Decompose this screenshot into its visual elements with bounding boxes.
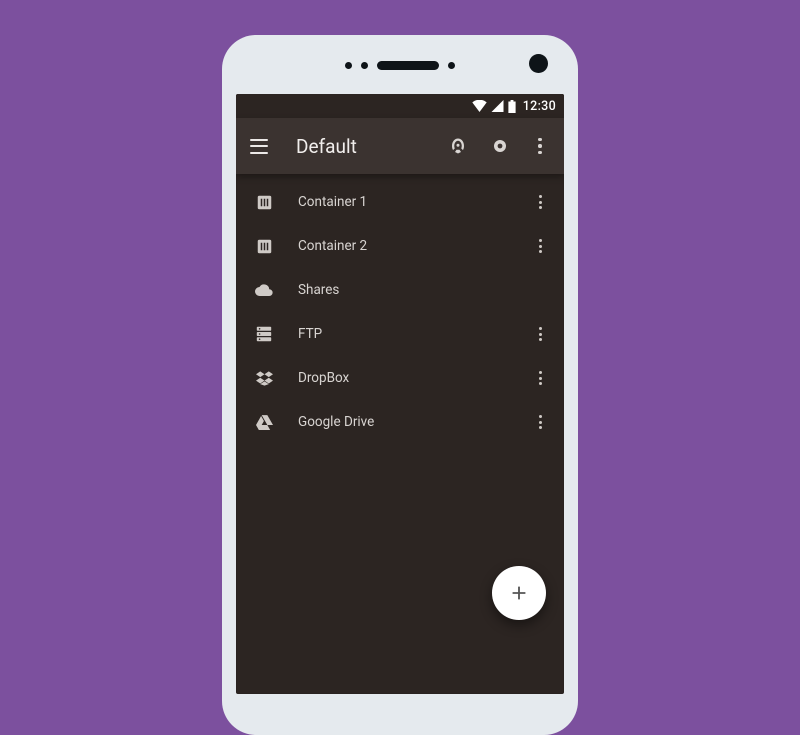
visibility-icon[interactable] [488, 134, 512, 158]
phone-screen: 12:30 Default [236, 94, 564, 694]
item-label: FTP [298, 326, 530, 342]
server-icon [254, 324, 274, 344]
sensor-dot [361, 62, 368, 69]
item-overflow-button[interactable] [530, 195, 550, 209]
container-icon [254, 236, 274, 256]
app-bar-actions [446, 134, 554, 158]
sensor-dot [345, 62, 352, 69]
front-camera [529, 54, 548, 73]
menu-button[interactable] [250, 134, 274, 158]
item-overflow-button[interactable] [530, 415, 550, 429]
item-label: Shares [298, 282, 550, 298]
phone-frame: 12:30 Default [222, 35, 578, 735]
list-item-container-1[interactable]: Container 1 [236, 180, 564, 224]
item-label: Container 2 [298, 238, 530, 254]
status-bar: 12:30 [236, 94, 564, 118]
container-icon [254, 192, 274, 212]
cloud-icon [254, 280, 274, 300]
phone-sensors [222, 61, 578, 70]
list-item-dropbox[interactable]: DropBox [236, 356, 564, 400]
list-item-container-2[interactable]: Container 2 [236, 224, 564, 268]
item-overflow-button[interactable] [530, 327, 550, 341]
storage-list: Container 1 Container 2 Shares [236, 174, 564, 444]
item-label: Google Drive [298, 414, 530, 430]
sensor-dot [448, 62, 455, 69]
earpiece [377, 61, 439, 70]
app-title: Default [296, 135, 446, 158]
app-bar: Default [236, 118, 564, 174]
list-item-google-drive[interactable]: Google Drive [236, 400, 564, 444]
list-item-shares[interactable]: Shares [236, 268, 564, 312]
item-label: DropBox [298, 370, 530, 386]
item-overflow-button[interactable] [530, 239, 550, 253]
rocket-icon[interactable] [446, 134, 470, 158]
battery-icon [508, 100, 516, 113]
item-label: Container 1 [298, 194, 530, 210]
dropbox-icon [254, 368, 274, 388]
plus-icon [508, 582, 530, 604]
clock-text: 12:30 [523, 99, 556, 114]
fab-add-button[interactable] [492, 566, 546, 620]
wifi-icon [472, 100, 487, 112]
overflow-menu-button[interactable] [530, 138, 550, 155]
item-overflow-button[interactable] [530, 371, 550, 385]
google-drive-icon [254, 412, 274, 432]
cellular-signal-icon [491, 100, 504, 112]
list-item-ftp[interactable]: FTP [236, 312, 564, 356]
